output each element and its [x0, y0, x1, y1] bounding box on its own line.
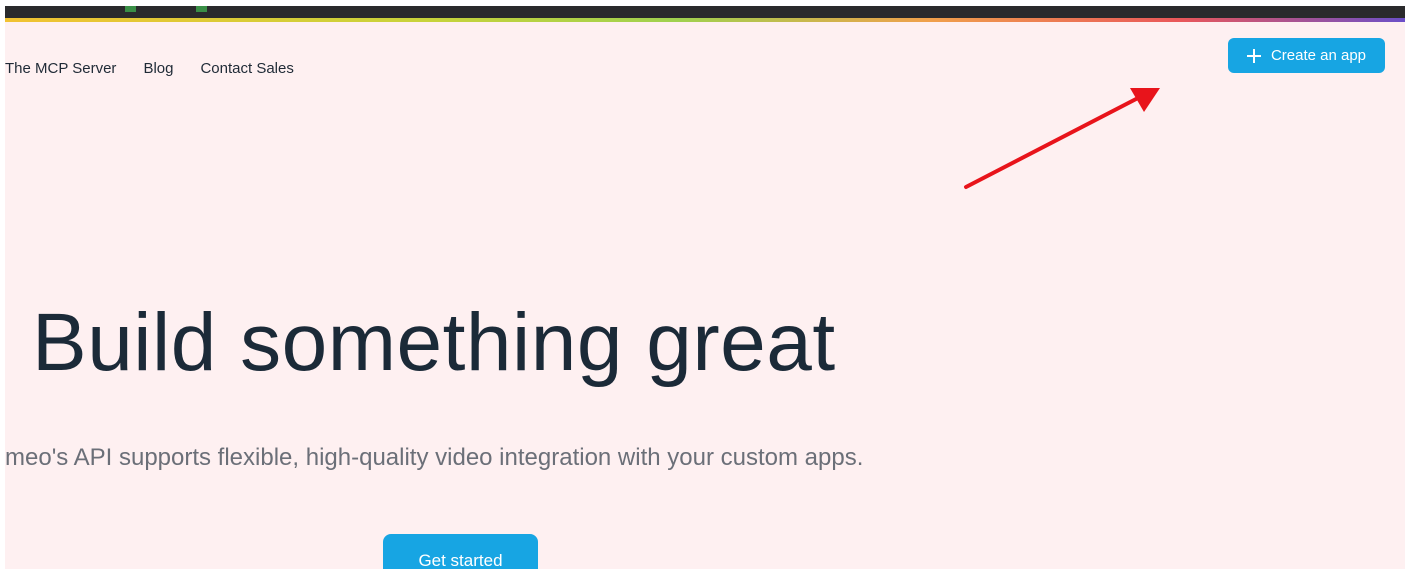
page-content: The MCP Server Blog Contact Sales Create… — [5, 22, 1405, 569]
nav-item-mcp-server[interactable]: The MCP Server — [5, 60, 116, 77]
tab-indicator — [196, 6, 207, 12]
create-app-button[interactable]: Create an app — [1228, 38, 1385, 73]
hero-subtitle: meo's API supports flexible, high-qualit… — [5, 444, 864, 471]
browser-top-bar — [5, 6, 1405, 18]
red-arrow-annotation — [964, 88, 1160, 189]
get-started-button[interactable]: Get started — [383, 534, 538, 569]
nav-item-blog[interactable]: Blog — [143, 60, 173, 77]
main-nav: The MCP Server Blog Contact Sales — [5, 60, 294, 77]
hero-title: Build something great — [32, 297, 836, 388]
tab-indicator — [125, 6, 136, 12]
create-app-label: Create an app — [1270, 47, 1367, 64]
nav-item-contact-sales[interactable]: Contact Sales — [200, 60, 293, 77]
plus-icon — [1246, 48, 1261, 63]
